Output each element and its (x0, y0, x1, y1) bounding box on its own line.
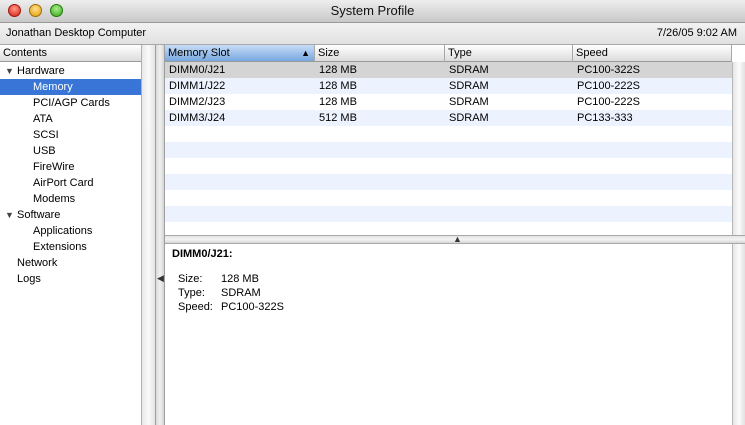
table-row-empty (165, 142, 732, 158)
disclosure-triangle-icon[interactable]: ▼ (5, 63, 14, 79)
table-row-empty (165, 158, 732, 174)
detail-title: DIMM0/J21: (172, 248, 233, 260)
sidebar-item-label: Software (17, 209, 61, 221)
sidebar-item-modems[interactable]: Modems (0, 191, 141, 207)
table-scrollbar[interactable] (732, 62, 745, 235)
column-header-label: Memory Slot (168, 47, 230, 59)
sidebar-scrollbar[interactable] (141, 45, 155, 425)
sidebar-item-label: Network (17, 257, 58, 269)
table-cell-speed: PC100-322S (577, 64, 640, 76)
sort-ascending-icon: ▲ (301, 48, 310, 58)
sidebar-item-firewire[interactable]: FireWire (0, 159, 141, 175)
column-header-label: Size (318, 47, 340, 59)
sidebar-item-label: Extensions (33, 241, 87, 253)
table-cell-memory-slot: DIMM1/J22 (169, 80, 226, 92)
contents-header[interactable]: Contents (0, 45, 141, 62)
sidebar-item-label: ATA (33, 113, 53, 125)
table-cell-size: 128 MB (319, 96, 357, 108)
table-row-empty (165, 206, 732, 222)
table-cell-type: SDRAM (449, 80, 489, 92)
table-cell-speed: PC133-333 (577, 112, 633, 124)
column-header-speed[interactable]: Speed (573, 45, 732, 62)
splitter-grip-icon: ◀ (157, 273, 164, 283)
sidebar-item-label: FireWire (33, 161, 75, 173)
sidebar-item-label: Logs (17, 273, 41, 285)
table-cell-memory-slot: DIMM0/J21 (169, 64, 226, 76)
column-header-memory-slot[interactable]: Memory Slot ▲ (165, 45, 315, 62)
report-datetime: 7/26/05 9:02 AM (656, 27, 737, 39)
detail-field-value: 128 MB (221, 273, 259, 285)
table-row[interactable]: DIMM0/J21 128 MB SDRAM PC100-322S (165, 62, 732, 78)
sidebar-item-label: Modems (33, 193, 76, 205)
sidebar-item-pci-agp-cards[interactable]: PCI/AGP Cards (0, 95, 141, 111)
sidebar-item-logs[interactable]: Logs (0, 271, 141, 287)
pane-splitter-horizontal[interactable]: ▲ (165, 234, 745, 244)
table-row[interactable]: DIMM1/J22 128 MB SDRAM PC100-222S (165, 78, 732, 94)
table-cell-speed: PC100-222S (577, 80, 640, 92)
table-row[interactable]: DIMM3/J24 512 MB SDRAM PC133-333 (165, 110, 732, 126)
sidebar-item-label: Hardware (17, 65, 65, 77)
title-bar: System Profile (0, 0, 745, 23)
table-row-empty (165, 174, 732, 190)
detail-field-label: Type: (178, 287, 205, 299)
sidebar-item-network[interactable]: Network (0, 255, 141, 271)
sidebar-item-applications[interactable]: Applications (0, 223, 141, 239)
sidebar-item-label: Applications (33, 225, 93, 237)
table-cell-speed: PC100-222S (577, 96, 640, 108)
sidebar-item-software[interactable]: ▼ Software (0, 207, 141, 223)
detail-pane: DIMM0/J21: Size: 128 MB Type: SDRAM Speed: PC… (165, 244, 745, 425)
sidebar-item-hardware[interactable]: ▼ Hardware (0, 63, 141, 79)
table-cell-memory-slot: DIMM3/J24 (169, 112, 226, 124)
table-cell-size: 128 MB (319, 80, 357, 92)
column-header-label: Type (448, 47, 472, 59)
contents-sidebar: Contents ▼ Hardware Memory PCI/AGP Cards ATA… (0, 45, 156, 425)
table-row-empty (165, 126, 732, 142)
table-cell-memory-slot: DIMM2/J23 (169, 96, 226, 108)
sidebar-item-label: USB (33, 145, 56, 157)
detail-field-label: Size: (178, 273, 203, 285)
detail-field-value: SDRAM (221, 287, 261, 299)
sidebar-item-label: AirPort Card (33, 177, 94, 189)
sidebar-item-extensions[interactable]: Extensions (0, 239, 141, 255)
detail-field-label: Speed: (178, 301, 213, 313)
table-cell-size: 128 MB (319, 64, 357, 76)
sidebar-item-airport-card[interactable]: AirPort Card (0, 175, 141, 191)
sidebar-item-usb[interactable]: USB (0, 143, 141, 159)
table-cell-size: 512 MB (319, 112, 357, 124)
detail-field-value: PC100-322S (221, 301, 284, 313)
sidebar-item-memory[interactable]: Memory (0, 79, 141, 95)
info-bar: Jonathan Desktop Computer 7/26/05 9:02 A… (0, 23, 745, 45)
column-header-type[interactable]: Type (445, 45, 573, 62)
window-title: System Profile (330, 3, 415, 18)
table-row-empty (165, 190, 732, 206)
memory-table: Memory Slot ▲ Size Type Speed DIMM0/J21 128 M… (165, 45, 745, 235)
sidebar-item-scsi[interactable]: SCSI (0, 127, 141, 143)
sidebar-item-label: SCSI (33, 129, 59, 141)
splitter-grip-icon: ▲ (453, 234, 462, 244)
sidebar-item-label: PCI/AGP Cards (33, 97, 110, 109)
computer-name: Jonathan Desktop Computer (6, 27, 147, 39)
table-cell-type: SDRAM (449, 112, 489, 124)
table-cell-type: SDRAM (449, 96, 489, 108)
sidebar-item-label: Memory (33, 81, 73, 93)
table-row[interactable]: DIMM2/J23 128 MB SDRAM PC100-222S (165, 94, 732, 110)
column-header-label: Speed (576, 47, 608, 59)
disclosure-triangle-icon[interactable]: ▼ (5, 207, 14, 223)
pane-splitter-vertical[interactable]: ◀ (156, 45, 165, 425)
column-header-size[interactable]: Size (315, 45, 445, 62)
sidebar-item-ata[interactable]: ATA (0, 111, 141, 127)
detail-scrollbar[interactable] (732, 244, 745, 425)
table-cell-type: SDRAM (449, 64, 489, 76)
